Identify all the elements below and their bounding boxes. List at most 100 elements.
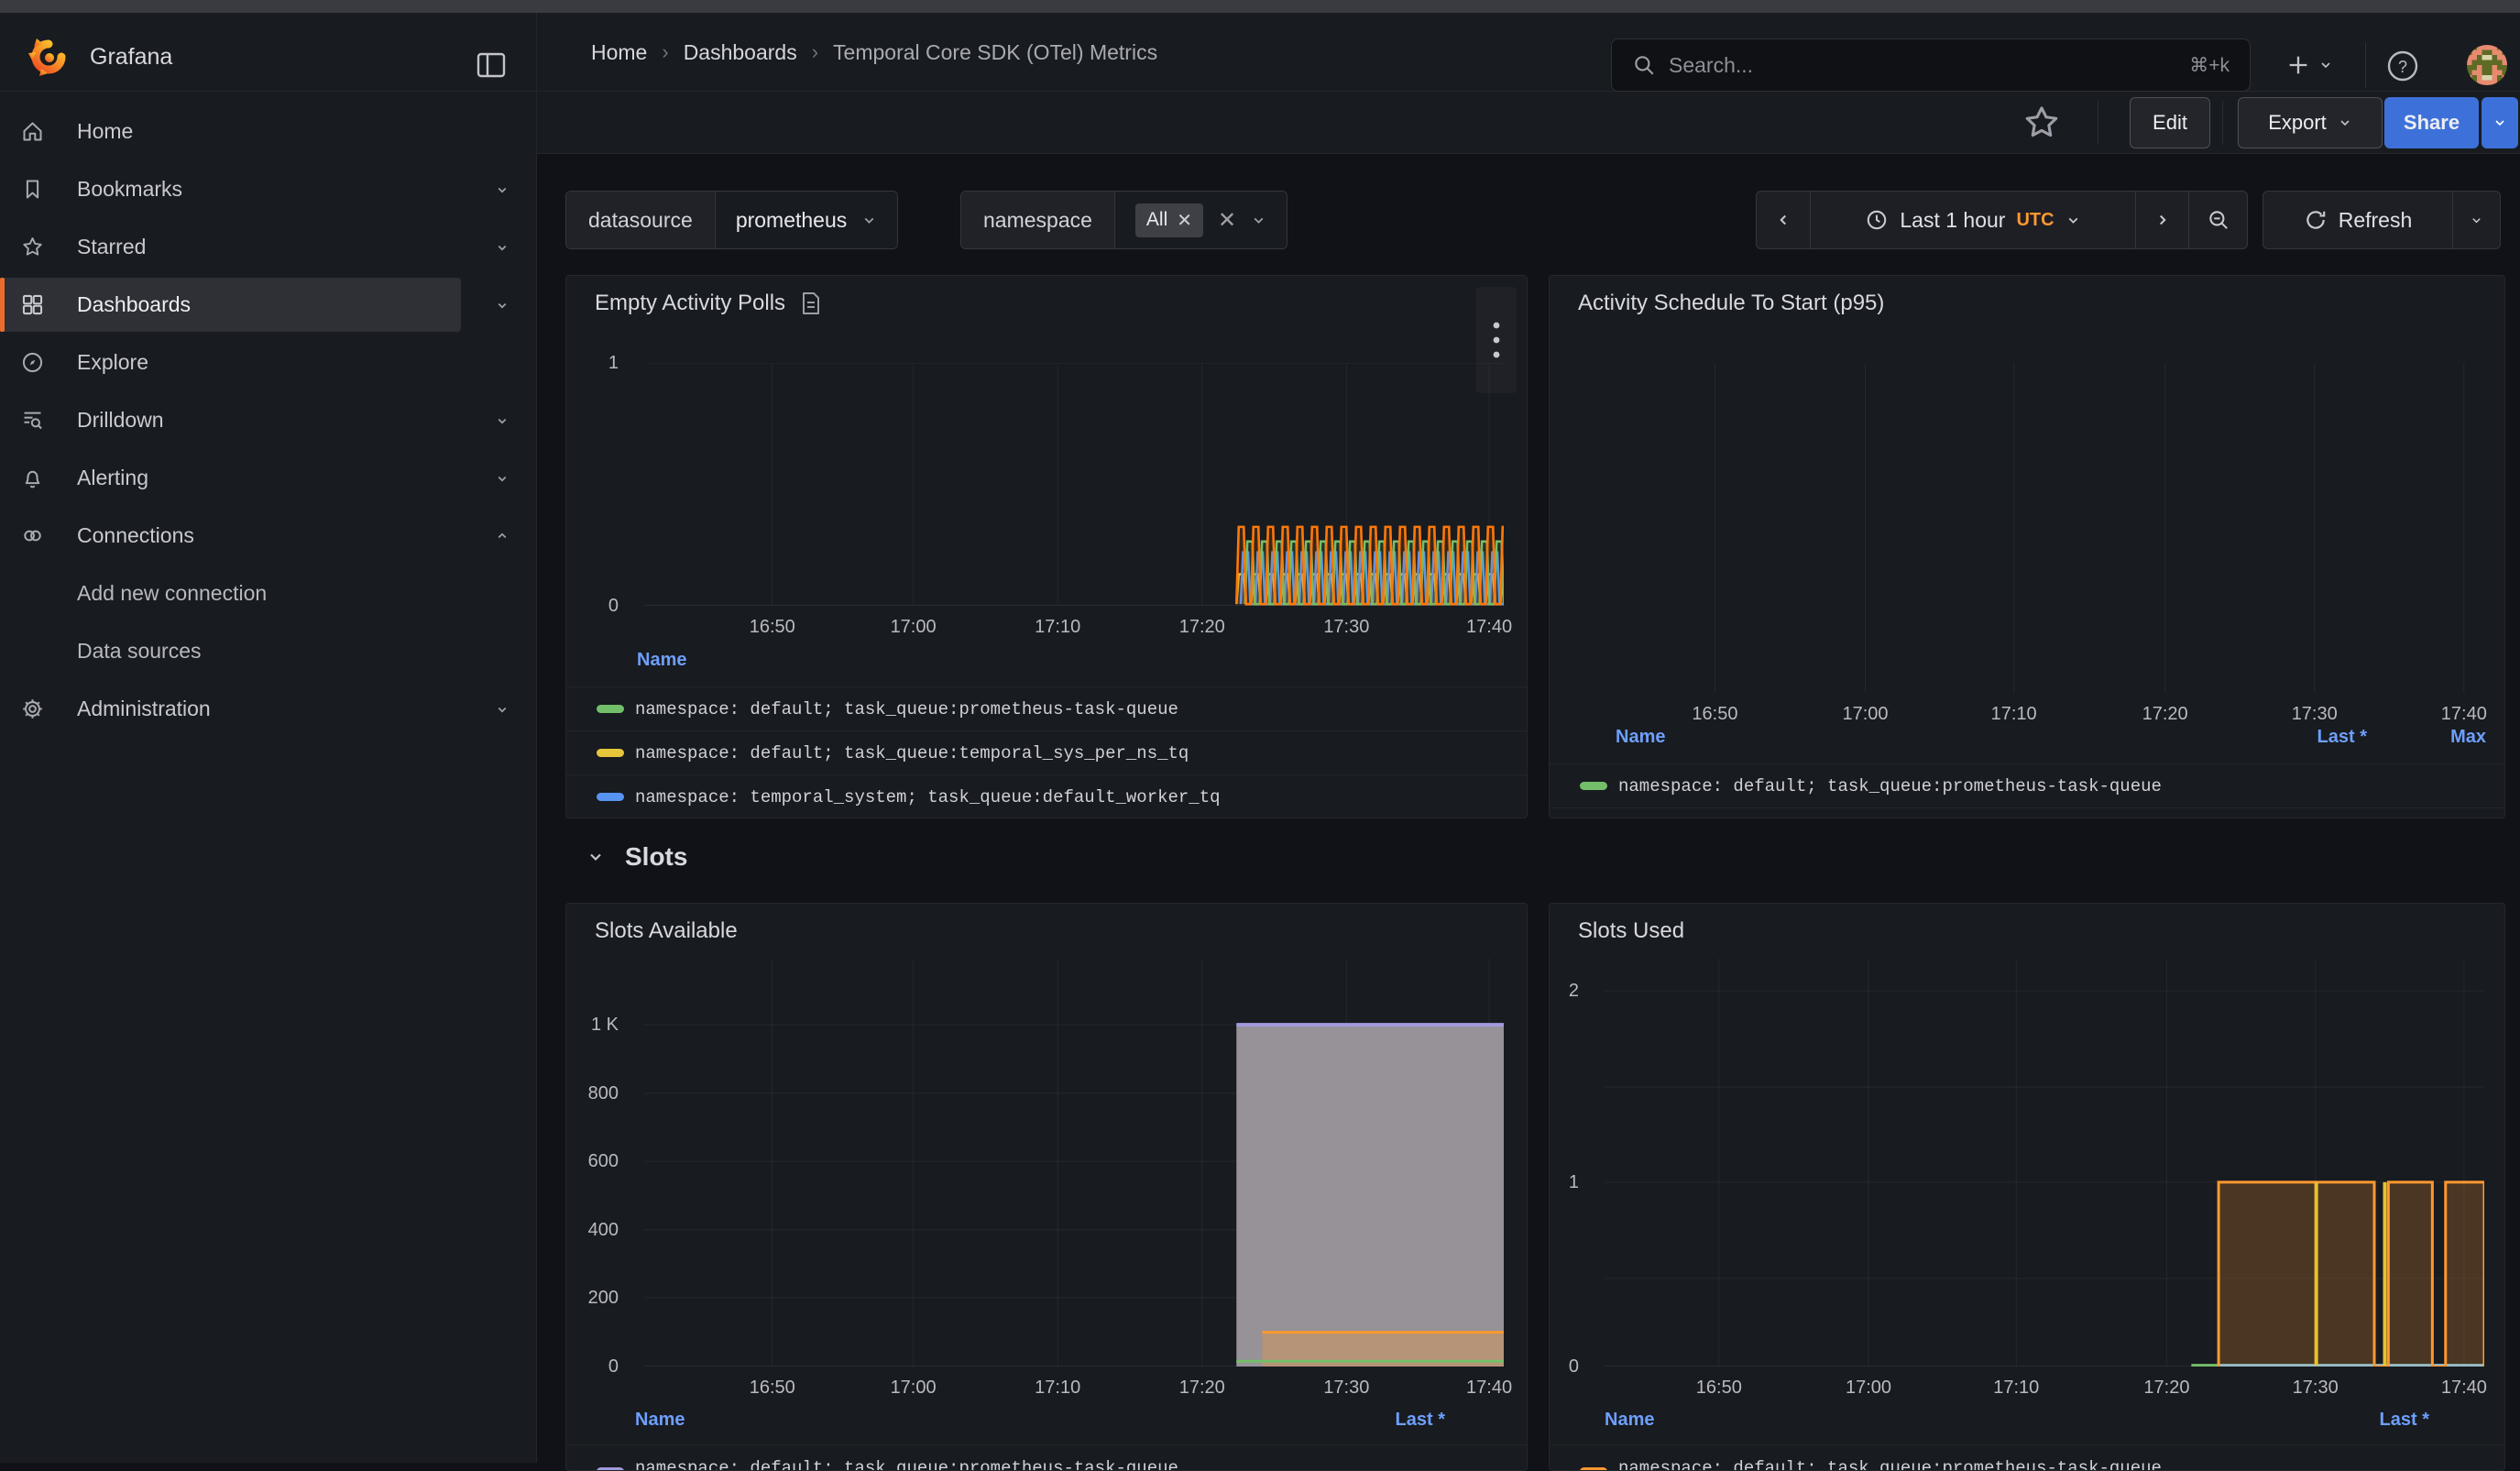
namespace-chip-all[interactable]: All ✕ [1135, 203, 1203, 237]
clear-values-icon[interactable]: ✕ [1218, 207, 1236, 234]
time-shift-back-button[interactable] [1757, 192, 1810, 248]
sidebar-item-starred[interactable]: Starred [0, 218, 536, 276]
panel-title[interactable]: Empty Activity Polls [595, 291, 822, 316]
chart-canvas[interactable] [644, 363, 1504, 606]
chevron-up-icon[interactable] [494, 528, 510, 544]
sidebar-item-explore[interactable]: Explore [0, 334, 536, 391]
sidebar-item-data-sources[interactable]: Data sources [0, 622, 536, 680]
sidebar-item-bookmarks[interactable]: Bookmarks [0, 160, 536, 218]
timezone-label: UTC [2016, 210, 2054, 231]
edit-button[interactable]: Edit [2130, 97, 2210, 148]
chevron-right-icon: › [662, 40, 668, 64]
share-label: Share [2404, 111, 2460, 135]
y-axis-tick: 800 [565, 1081, 631, 1105]
item-highlight [0, 162, 461, 216]
dashboard-toolbar: Edit Export Share [537, 92, 2520, 154]
time-shift-forward-button[interactable] [2135, 192, 2188, 248]
share-button[interactable]: Share [2384, 97, 2479, 148]
chart-canvas[interactable] [1600, 363, 2484, 693]
legend-header-max[interactable]: Max [2450, 727, 2486, 748]
x-axis-tick: 17:40 [2420, 1378, 2505, 1399]
breadcrumb-dashboards[interactable]: Dashboards [684, 40, 797, 65]
legend-header-name[interactable]: Name [635, 1410, 685, 1431]
sidebar-item-dashboards[interactable]: Dashboards [0, 276, 536, 334]
x-axis-tick: 17:10 [1013, 1378, 1101, 1399]
datasource-select[interactable]: prometheus [716, 192, 897, 248]
panel-description-icon[interactable] [800, 291, 822, 315]
chevron-down-icon[interactable] [494, 470, 510, 487]
x-axis-tick: 17:30 [2271, 704, 2359, 725]
legend-row[interactable]: namespace: default; task_queue:temporal_… [566, 730, 1527, 774]
sidebar-item-administration[interactable]: Administration [0, 680, 536, 738]
y-axis-tick: 400 [565, 1218, 631, 1242]
namespace-select[interactable]: All ✕ ✕ [1115, 192, 1287, 248]
legend-header-last[interactable]: Last * [2380, 1410, 2429, 1431]
panel-activity-schedule-to-start: Activity Schedule To Start (p95) Name La… [1549, 275, 2505, 818]
legend-row-clipped[interactable]: namespace: default; task_queue:prometheu… [1550, 1444, 2504, 1471]
time-range-picker[interactable]: Last 1 hour UTC [1810, 192, 2135, 248]
share-options-button[interactable] [2482, 97, 2518, 148]
sidebar-item-label: Starred [77, 235, 146, 259]
y-axis-tick: 0 [565, 594, 631, 618]
x-axis-tick: 17:20 [1158, 1378, 1246, 1399]
add-new-button[interactable] [2271, 38, 2348, 92]
panel-title[interactable]: Activity Schedule To Start (p95) [1578, 291, 1884, 316]
series-color-swatch [1580, 782, 1607, 790]
x-axis-tick: 17:10 [1972, 1378, 2060, 1399]
sidebar-collapse-button[interactable] [469, 43, 513, 87]
x-axis-tick: 17:30 [2272, 1378, 2360, 1399]
avatar-pixel-image [2467, 45, 2507, 85]
compass-icon [20, 350, 45, 375]
x-axis-tick: 17:00 [870, 617, 958, 638]
breadcrumb-home[interactable]: Home [591, 40, 647, 65]
export-button[interactable]: Export [2238, 97, 2383, 148]
search-box[interactable]: ⌘+k [1611, 38, 2251, 92]
svg-text:?: ? [2398, 58, 2407, 76]
favorite-star-icon[interactable] [2021, 103, 2062, 143]
legend-row-clipped[interactable]: namespace: default; task_queue:prometheu… [566, 1444, 1527, 1471]
sidebar-item-drilldown[interactable]: Drilldown [0, 391, 536, 449]
panel-title[interactable]: Slots Available [595, 918, 738, 944]
chevron-down-icon [2065, 213, 2081, 228]
legend-header-last[interactable]: Last * [2317, 727, 2367, 748]
legend-row[interactable]: namespace: default; task_queue:prometheu… [1550, 763, 2504, 807]
remove-value-icon[interactable]: ✕ [1177, 209, 1192, 232]
avatar[interactable] [2467, 45, 2507, 85]
legend-header-name[interactable]: Name [1616, 727, 1665, 748]
sidebar-item-home[interactable]: Home [0, 103, 536, 160]
legend-row[interactable]: namespace: temporal_system; task_queue:d… [566, 774, 1527, 818]
sidebar-item-add-new-connection[interactable]: Add new connection [0, 565, 536, 622]
refresh-button[interactable]: Refresh [2263, 192, 2452, 248]
panel-title[interactable]: Slots Used [1578, 918, 1684, 944]
sidebar-item-label: Home [77, 119, 133, 144]
legend-label: namespace: default; task_queue:prometheu… [635, 699, 1178, 719]
chevron-down-icon[interactable] [494, 701, 510, 718]
search-input[interactable] [1669, 53, 2176, 78]
breadcrumb-current-dashboard: Temporal Core SDK (OTel) Metrics [833, 40, 1157, 65]
sidebar-item-alerting[interactable]: Alerting [0, 449, 536, 507]
zoom-out-button[interactable] [2188, 192, 2247, 248]
section-row-slots[interactable]: Slots [586, 829, 687, 884]
datasource-variable: datasource prometheus [565, 191, 898, 249]
chevron-down-icon[interactable] [494, 181, 510, 198]
chevron-right-icon [2154, 212, 2171, 228]
chevron-down-icon[interactable] [494, 239, 510, 256]
drilldown-icon [20, 408, 45, 433]
item-highlight [0, 393, 461, 447]
legend-label: namespace: default; task_queue:temporal_… [635, 743, 1189, 763]
search-icon [1632, 53, 1656, 77]
sidebar-item-connections[interactable]: Connections [0, 507, 536, 565]
chart-canvas[interactable] [1605, 959, 2484, 1367]
legend-header-name[interactable]: Name [637, 650, 686, 671]
help-button[interactable]: ? [2383, 46, 2423, 86]
panel-title-text: Activity Schedule To Start (p95) [1578, 291, 1884, 316]
grafana-brand[interactable]: Grafana [27, 36, 172, 78]
chart-canvas[interactable] [644, 959, 1504, 1367]
chevron-down-icon[interactable] [494, 297, 510, 313]
refresh-interval-button[interactable] [2452, 192, 2500, 248]
legend-header-last[interactable]: Last * [1396, 1410, 1445, 1431]
chevron-down-icon[interactable] [494, 412, 510, 429]
item-highlight [0, 104, 461, 159]
legend-row[interactable]: namespace: default; task_queue:prometheu… [566, 686, 1527, 730]
legend-header-name[interactable]: Name [1605, 1410, 1654, 1431]
